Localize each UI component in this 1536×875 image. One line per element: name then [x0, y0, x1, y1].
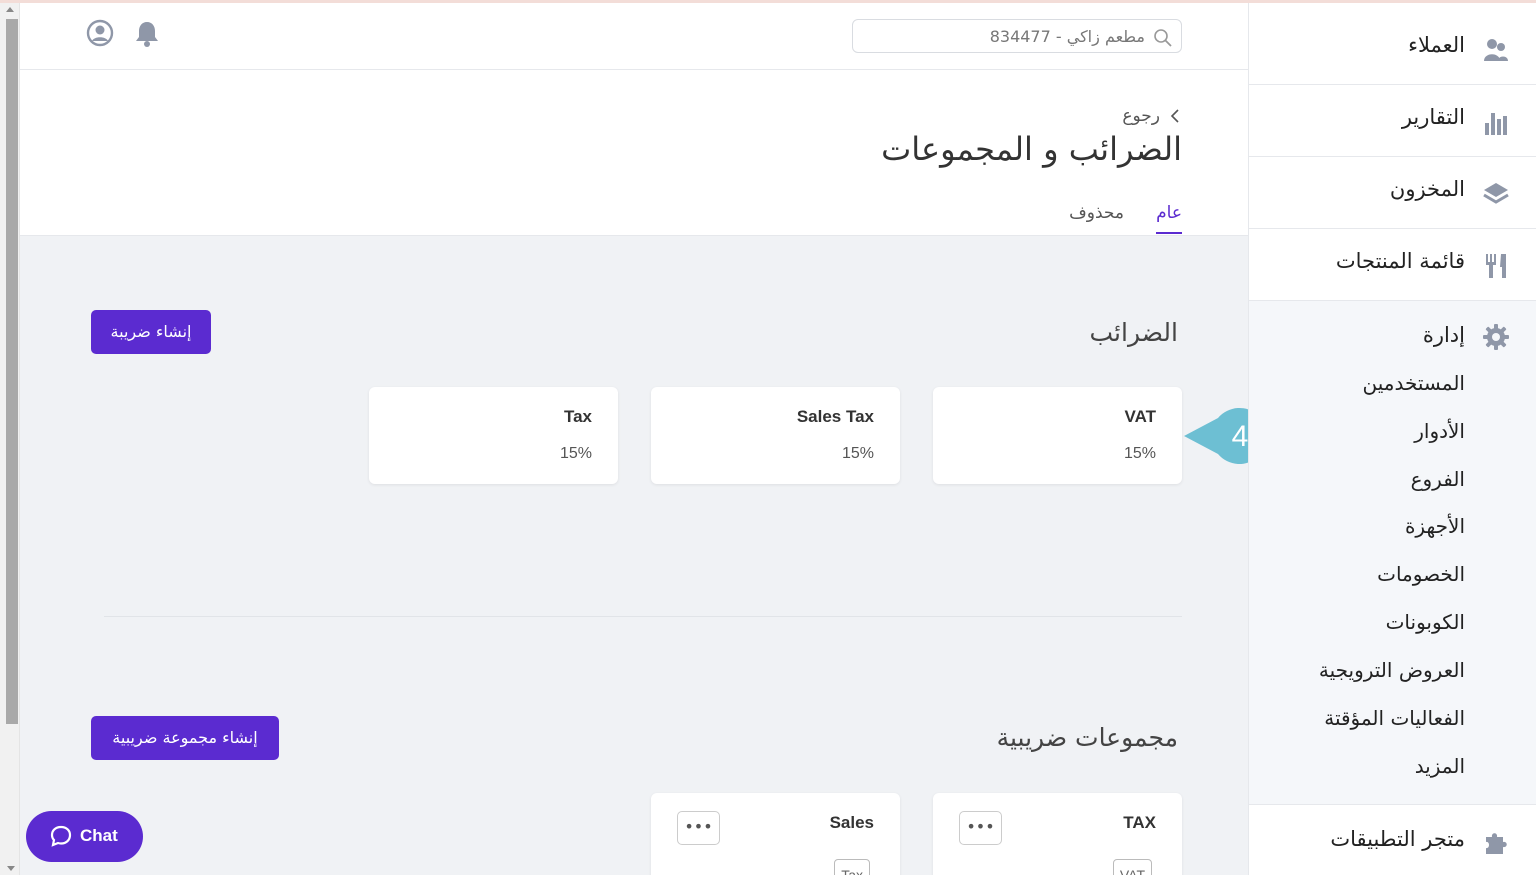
sidebar: العملاء التقارير المخزون قائمة المنتجات	[1248, 3, 1536, 875]
scroll-up-arrow-icon[interactable]	[6, 7, 14, 12]
sidebar-subitem-roles[interactable]: الأدوار	[1414, 419, 1465, 443]
active-tab-indicator	[1156, 232, 1182, 234]
sidebar-item-inventory[interactable]: المخزون	[1249, 157, 1536, 229]
sidebar-item-admin[interactable]: إدارة	[1423, 323, 1465, 347]
sidebar-item-label: المخزون	[1389, 177, 1465, 201]
notification-bell-icon[interactable]	[134, 20, 160, 48]
puzzle-icon	[1486, 833, 1507, 854]
branch-search-input[interactable]: مطعم زاكي - 834477	[852, 19, 1182, 53]
top-header: مطعم زاكي - 834477	[20, 3, 1248, 70]
more-options-button[interactable]: •••	[959, 811, 1002, 845]
sidebar-item-customers[interactable]: العملاء	[1249, 13, 1536, 85]
sidebar-item-label: متجر التطبيقات	[1330, 827, 1465, 851]
tax-name: Sales Tax	[796, 407, 874, 426]
scrollbar-thumb[interactable]	[6, 19, 18, 724]
tax-rate: 15%	[841, 445, 874, 462]
tax-group-card[interactable]: Sales ••• Tax	[651, 793, 900, 875]
callout-number: 4	[1232, 420, 1249, 453]
tax-group-card[interactable]: TAX ••• VAT	[933, 793, 1182, 875]
tax-groups-section-title: مجموعات ضريبية	[996, 723, 1178, 752]
reports-icon	[1485, 113, 1507, 135]
inventory-icon	[1483, 183, 1509, 204]
page-header: رجوع الضرائب و المجموعات عام محذوف	[20, 70, 1248, 236]
taxes-section-title: الضرائب	[1089, 318, 1179, 347]
sidebar-subitem-devices[interactable]: الأجهزة	[1405, 514, 1465, 538]
tax-card[interactable]: Tax 15%	[369, 387, 618, 484]
create-tax-group-button[interactable]: إنشاء مجموعة ضريبية	[91, 716, 279, 760]
customers-icon	[1484, 39, 1508, 61]
sidebar-subitem-coupons[interactable]: الكوبونات	[1386, 610, 1465, 634]
back-link[interactable]: رجوع	[1122, 106, 1160, 126]
tax-rate: 15%	[559, 445, 592, 462]
fork-knife-icon	[1486, 254, 1506, 278]
chat-button[interactable]: Chat	[26, 811, 143, 862]
more-options-button[interactable]: •••	[677, 811, 720, 845]
sidebar-item-menu[interactable]: قائمة المنتجات	[1249, 229, 1536, 301]
page-scrollbar[interactable]	[0, 3, 20, 875]
sidebar-subitem-discounts[interactable]: الخصومات	[1377, 562, 1465, 586]
sidebar-admin-section: إدارة المستخدمين الأدوار الفروع الأجهزة …	[1249, 301, 1536, 805]
page-title: الضرائب و المجموعات	[881, 130, 1182, 168]
sidebar-subitem-timed-events[interactable]: الفعاليات المؤقتة	[1324, 706, 1465, 730]
tax-group-name: Sales	[829, 813, 874, 832]
search-value: مطعم زاكي - 834477	[989, 27, 1145, 46]
gear-icon	[1483, 324, 1509, 350]
sidebar-item-reports[interactable]: التقارير	[1249, 85, 1536, 157]
tax-name: VAT	[1124, 407, 1156, 426]
create-tax-button[interactable]: إنشاء ضريبة	[91, 310, 211, 354]
sidebar-subitem-users[interactable]: المستخدمين	[1363, 371, 1465, 395]
scroll-down-arrow-icon[interactable]	[7, 866, 15, 871]
tax-card[interactable]: VAT 15%	[933, 387, 1182, 484]
main-content: الضرائب إنشاء ضريبة VAT 15% Sales Tax 15…	[20, 236, 1248, 875]
user-avatar-icon[interactable]	[86, 19, 114, 47]
tax-card[interactable]: Sales Tax 15%	[651, 387, 900, 484]
sidebar-item-label: قائمة المنتجات	[1335, 249, 1465, 273]
search-icon	[1154, 29, 1172, 47]
section-divider	[104, 616, 1182, 617]
sidebar-subitem-branches[interactable]: الفروع	[1411, 467, 1465, 491]
chevron-right-icon[interactable]	[1170, 108, 1180, 124]
tax-chip: Tax	[834, 859, 870, 875]
tax-name: Tax	[563, 407, 592, 426]
tax-rate: 15%	[1123, 445, 1156, 462]
chat-label: Chat	[80, 826, 118, 845]
sidebar-item-label: العملاء	[1408, 33, 1465, 57]
sidebar-subitem-more[interactable]: المزيد	[1415, 754, 1465, 778]
chat-bubble-icon	[50, 825, 72, 847]
tab-deleted[interactable]: محذوف	[1069, 203, 1124, 223]
tax-group-name: TAX	[1123, 813, 1156, 832]
tab-general[interactable]: عام	[1156, 203, 1182, 223]
tax-chip: VAT	[1112, 859, 1152, 875]
sidebar-subitem-promotions[interactable]: العروض الترويجية	[1319, 658, 1465, 682]
sidebar-item-app-store[interactable]: متجر التطبيقات	[1249, 805, 1536, 875]
sidebar-item-label: التقارير	[1401, 105, 1465, 129]
